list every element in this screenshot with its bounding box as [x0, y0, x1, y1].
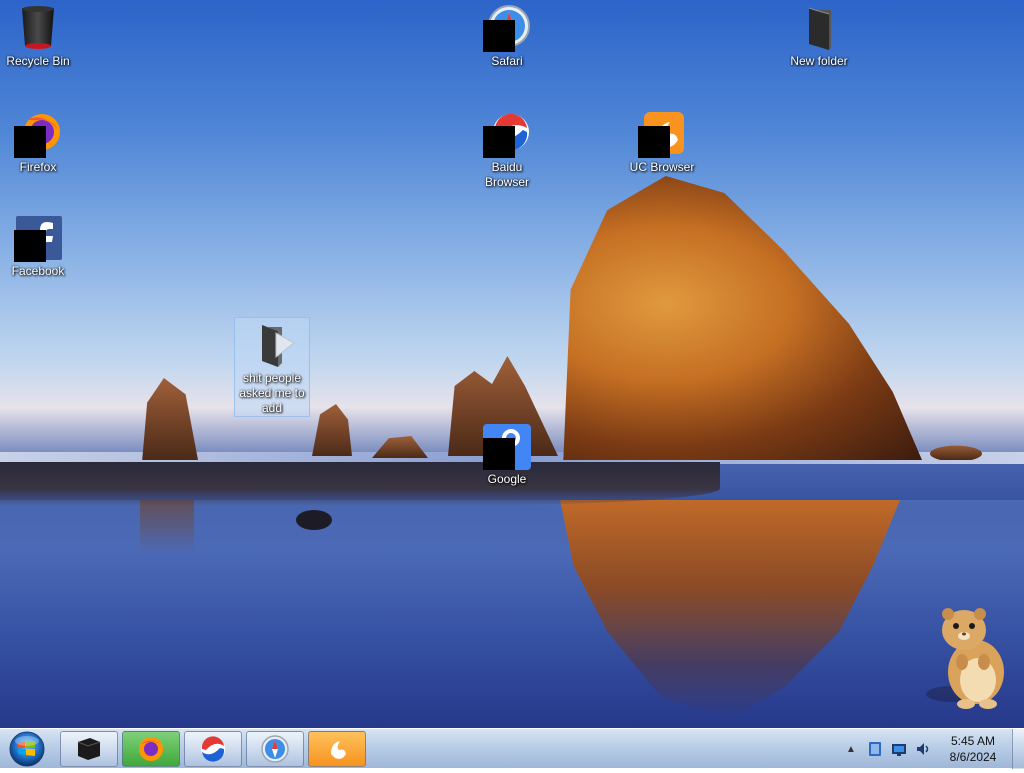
clock-time: 5:45 AM [950, 734, 996, 748]
wallpaper-sea-stack [142, 378, 198, 460]
desktop-icon-label: New folder [790, 54, 848, 68]
taskbar-button-explorer[interactable] [60, 731, 118, 767]
taskbar-button-firefox[interactable] [122, 731, 180, 767]
desktop-icon-label: Facebook [11, 264, 65, 278]
tray-volume[interactable] [914, 729, 932, 769]
desktop-icon-uc-browser[interactable]: UC Browser [624, 110, 700, 175]
redaction-block [14, 230, 46, 262]
desktop-icon-label: Safari [491, 54, 523, 68]
desktop-icon-label: Firefox [19, 160, 57, 174]
firefox-icon [14, 110, 62, 158]
desktop-icon-shit-folder[interactable]: shit people asked me to add [234, 317, 310, 417]
wallpaper-sea-stack [312, 404, 352, 456]
firefox-icon [136, 734, 166, 764]
network-icon [890, 740, 908, 758]
taskbar: ▲ 5:45 AM 8/6/2024 [0, 728, 1024, 769]
desktop-icon-google[interactable]: Google [469, 422, 545, 487]
folder-icon [248, 321, 296, 369]
desktop-icon-recycle-bin[interactable]: Recycle Bin [0, 4, 76, 69]
wallpaper-shoreline [0, 462, 720, 506]
wallpaper-beach-rock [296, 510, 332, 530]
taskbar-clock[interactable]: 5:45 AM 8/6/2024 [932, 733, 1014, 765]
taskbar-button-baidu[interactable] [184, 731, 242, 767]
action-center-icon [866, 740, 884, 758]
desktop-icon-label: Recycle Bin [6, 54, 70, 68]
clock-date: 8/6/2024 [949, 750, 997, 764]
desktop-icon-safari[interactable]: Safari [469, 4, 545, 69]
desktop-icon-label: Google [487, 472, 527, 486]
baidu-browser-icon [198, 734, 228, 764]
show-desktop-button[interactable] [1012, 729, 1024, 769]
redaction-block [14, 126, 46, 158]
windows-orb-icon [4, 731, 50, 772]
google-icon [483, 422, 531, 470]
tray-network[interactable] [890, 729, 908, 769]
wallpaper-sea-stack [930, 445, 982, 460]
redaction-block [483, 126, 515, 158]
show-hidden-icons-button[interactable]: ▲ [844, 729, 858, 769]
redaction-block [483, 438, 515, 470]
redaction-block [483, 20, 515, 52]
folder-icon [74, 734, 104, 764]
safari-icon [260, 734, 290, 764]
taskbar-button-safari[interactable] [246, 731, 304, 767]
desktop-icon-firefox[interactable]: Firefox [0, 110, 76, 175]
desktop-icon-label: Baidu Browser [484, 160, 529, 189]
desktop-icon-baidu-browser[interactable]: Baidu Browser [469, 110, 545, 190]
desktop-icon-new-folder[interactable]: New folder [781, 4, 857, 69]
tray-action-center[interactable] [866, 729, 884, 769]
safari-icon [483, 4, 531, 52]
uc-browser-icon [322, 734, 352, 764]
start-button[interactable] [4, 730, 50, 768]
recycle-bin-icon [14, 4, 62, 52]
hamster-figure[interactable] [922, 600, 1012, 712]
redaction-block [638, 126, 670, 158]
wallpaper-small-reflection [140, 500, 194, 554]
facebook-icon [14, 214, 62, 262]
desktop[interactable]: Recycle Bin Safari New folder Firefox Ba… [0, 0, 1024, 728]
desktop-icon-label: UC Browser [629, 160, 695, 174]
uc-browser-icon [638, 110, 686, 158]
folder-icon [795, 4, 843, 52]
baidu-browser-icon [483, 110, 531, 158]
volume-icon [914, 740, 932, 758]
desktop-icon-facebook[interactable]: Facebook [0, 214, 76, 279]
wallpaper-sea-stack [372, 436, 428, 458]
wallpaper-haystack-rock [563, 176, 922, 460]
taskbar-button-uc[interactable] [308, 731, 366, 767]
chevron-up-icon: ▲ [846, 743, 856, 755]
desktop-icon-label: shit people asked me to add [239, 371, 305, 415]
